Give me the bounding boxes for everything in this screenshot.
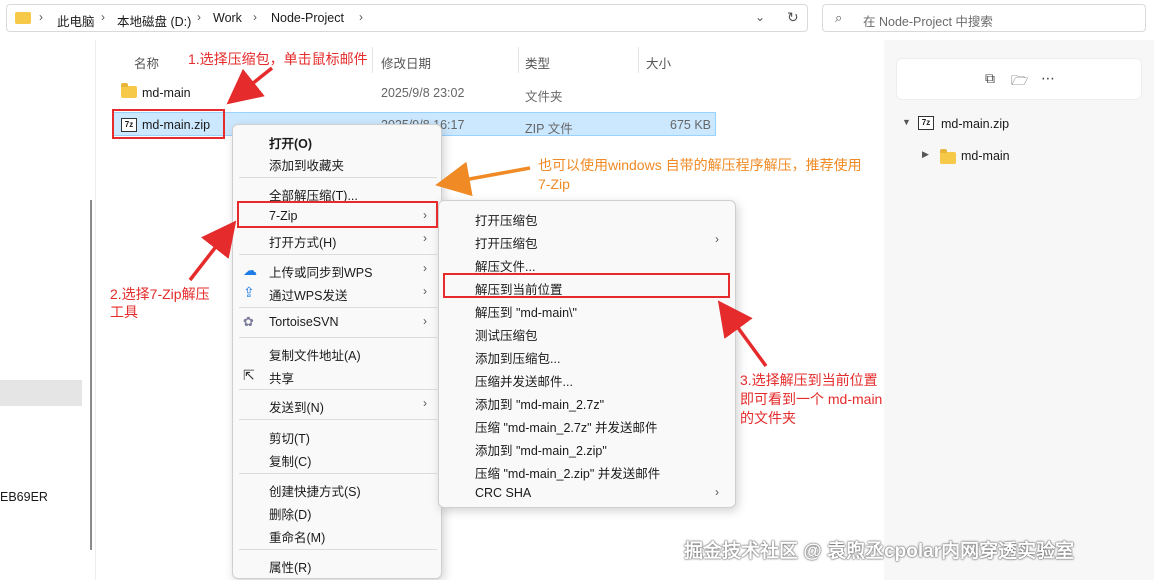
arrow-tip bbox=[435, 161, 531, 197]
annotation-step2-line2: 工具 bbox=[110, 304, 138, 320]
annotation-step2-line1: 2.选择7-Zip解压 bbox=[110, 286, 210, 302]
arrow-step1 bbox=[226, 66, 274, 105]
arrow-step3 bbox=[717, 300, 768, 368]
annotation-step1: 1.选择压缩包，单击鼠标邮件 bbox=[188, 51, 368, 67]
annotation-step3-line2: 即可看到一个 md-main bbox=[740, 391, 883, 407]
annotation-tip-line2: 7-Zip bbox=[538, 176, 570, 192]
watermark: 掘金技术社区 @ 袁煦丞cpolar内网穿透实验室 bbox=[684, 541, 1075, 562]
annotation-tip-line1: 也可以使用windows 自带的解压程序解压，推荐使用 bbox=[538, 157, 862, 173]
annotation-step3-line1: 3.选择解压到当前位置 bbox=[740, 372, 878, 388]
annotation-step3-line3: 的文件夹 bbox=[740, 410, 796, 426]
arrow-step2 bbox=[188, 220, 237, 282]
